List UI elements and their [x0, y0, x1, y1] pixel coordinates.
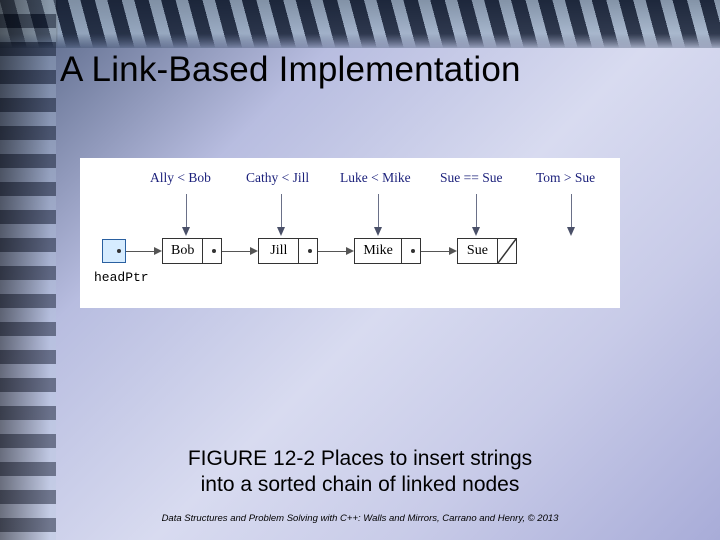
- node-pointer: [203, 239, 221, 263]
- caption-line: into a sorted chain of linked nodes: [201, 473, 520, 496]
- link-arrow-icon: [421, 247, 457, 255]
- figure-diagram: Ally < Bob Cathy < Jill Luke < Mike Sue …: [80, 158, 620, 308]
- node-label: Jill: [259, 239, 299, 263]
- comparison-label: Cathy < Jill: [246, 170, 316, 186]
- node-label: Mike: [355, 239, 402, 263]
- node-label: Sue: [458, 239, 498, 263]
- pointer-dot-icon: [117, 249, 121, 253]
- comparison-label: Ally < Bob: [150, 170, 222, 186]
- node-null-pointer: [498, 239, 516, 263]
- head-pointer-box: [102, 239, 126, 263]
- caption-line: FIGURE 12-2 Places to insert strings: [188, 447, 532, 470]
- pointer-dot-icon: [411, 249, 415, 253]
- link-arrow-icon: [318, 247, 354, 255]
- slide-content: A Link-Based Implementation Ally < Bob C…: [60, 40, 680, 510]
- head-pointer-label: headPtr: [94, 270, 149, 285]
- list-node: Bob: [162, 238, 222, 264]
- pointer-dot-icon: [308, 249, 312, 253]
- slide-title: A Link-Based Implementation: [60, 50, 680, 90]
- node-label: Bob: [163, 239, 203, 263]
- comparison-label: Sue == Sue: [440, 170, 512, 186]
- node-pointer: [402, 239, 420, 263]
- figure-caption: FIGURE 12-2 Places to insert strings int…: [0, 446, 720, 499]
- comparison-row: Ally < Bob Cathy < Jill Luke < Mike Sue …: [80, 170, 620, 186]
- null-slash-icon: [498, 239, 516, 263]
- list-node: Sue: [457, 238, 517, 264]
- comparison-label: Luke < Mike: [340, 170, 416, 186]
- node-pointer: [299, 239, 317, 263]
- credit-line: Data Structures and Problem Solving with…: [0, 513, 720, 524]
- link-arrow-icon: [222, 247, 258, 255]
- link-arrow-icon: [126, 247, 162, 255]
- comparison-label: Tom > Sue: [536, 170, 606, 186]
- list-node: Mike: [354, 238, 421, 264]
- list-node: Jill: [258, 238, 318, 264]
- insertion-arrows: [80, 188, 620, 244]
- linked-list-row: Bob Jill Mike Sue: [80, 238, 620, 264]
- pointer-dot-icon: [212, 249, 216, 253]
